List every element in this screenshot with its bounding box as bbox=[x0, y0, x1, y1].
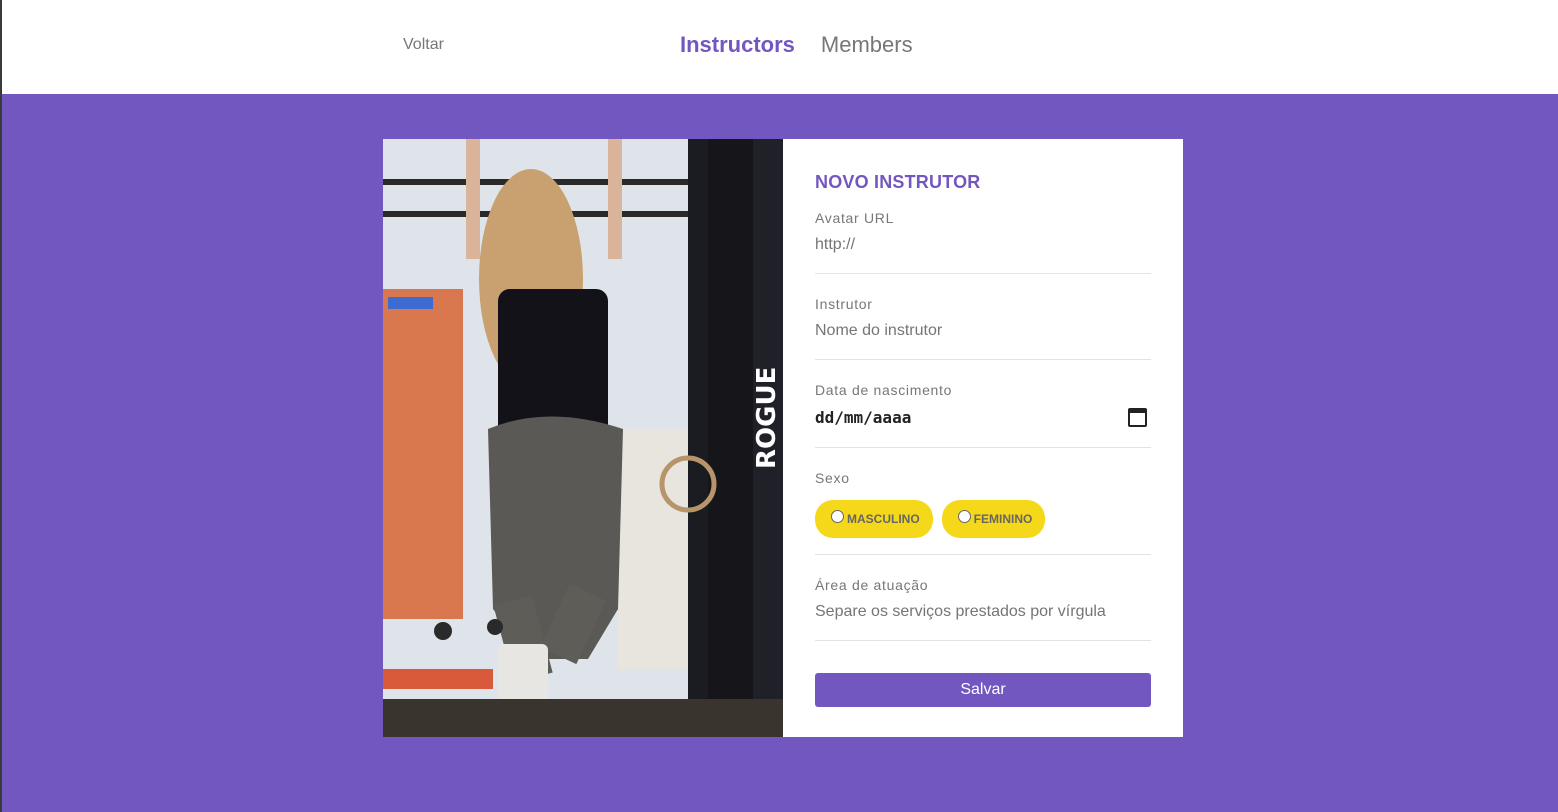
gym-photo-illustration: ROGUE bbox=[383, 139, 783, 737]
form-title: NOVO INSTRUTOR bbox=[815, 172, 981, 192]
radio-masculino[interactable] bbox=[831, 510, 844, 523]
form-card: ROGUE NOVO INSTRUTOR Avatar URL Instruto… bbox=[383, 139, 1183, 737]
avatar-url-input[interactable] bbox=[815, 236, 1151, 254]
gender-option-feminino[interactable]: FEMININO bbox=[941, 500, 1046, 538]
birth-date-input[interactable]: dd/mm/aaaa bbox=[815, 408, 1151, 427]
birth-field: Data de nascimento dd/mm/aaaa bbox=[815, 382, 1151, 448]
gender-option-masculino[interactable]: MASCULINO bbox=[815, 500, 933, 538]
avatar-field: Avatar URL bbox=[815, 210, 1151, 274]
radio-feminino[interactable] bbox=[957, 510, 971, 523]
services-label: Área de atuação bbox=[815, 577, 929, 593]
top-header: Voltar Instructors Members bbox=[0, 0, 1558, 94]
gym-photo: ROGUE bbox=[383, 139, 783, 737]
avatar-label: Avatar URL bbox=[815, 210, 895, 226]
services-field: Área de atuação bbox=[815, 577, 1151, 641]
services-input[interactable] bbox=[815, 603, 1151, 621]
rogue-sign-text: ROGUE bbox=[752, 367, 782, 469]
instructor-form: NOVO INSTRUTOR Avatar URL Instrutor Data… bbox=[783, 139, 1183, 737]
birth-label: Data de nascimento bbox=[815, 382, 953, 398]
gender-field: Sexo MASCULINO FEMININO bbox=[815, 470, 1151, 555]
save-button[interactable]: Salvar bbox=[815, 673, 1151, 707]
calendar-icon[interactable] bbox=[1128, 408, 1147, 427]
instructor-name-input[interactable] bbox=[815, 322, 1151, 340]
feminino-label: FEMININO bbox=[973, 512, 1033, 526]
masculino-label: MASCULINO bbox=[847, 512, 920, 526]
gender-options: MASCULINO FEMININO bbox=[815, 498, 1151, 538]
back-link[interactable]: Voltar bbox=[403, 36, 444, 54]
nav-members[interactable]: Members bbox=[821, 32, 913, 58]
main-nav: Instructors Members bbox=[680, 32, 913, 58]
window-edge bbox=[0, 0, 2, 812]
birth-date-placeholder: dd/mm/aaaa bbox=[815, 408, 912, 427]
gender-label: Sexo bbox=[815, 470, 850, 486]
name-label: Instrutor bbox=[815, 296, 873, 312]
nav-instructors[interactable]: Instructors bbox=[680, 32, 795, 58]
name-field: Instrutor bbox=[815, 296, 1151, 360]
